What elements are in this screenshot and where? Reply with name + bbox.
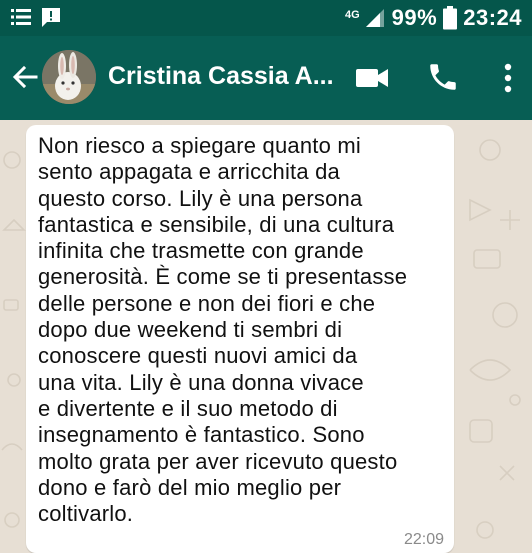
contact-avatar[interactable]	[42, 50, 96, 104]
status-left-icons	[10, 6, 62, 28]
network-type-label: 4G	[344, 8, 360, 21]
chat-header: Cristina Cassia A...	[0, 36, 532, 120]
back-arrow-icon	[12, 65, 38, 89]
voice-call-button[interactable]	[426, 60, 460, 94]
more-options-button[interactable]	[496, 60, 520, 96]
menu-lines-icon	[11, 9, 31, 25]
message-text: Non riesco a spiegare quanto mi sento ap…	[38, 133, 408, 527]
video-call-button[interactable]	[354, 62, 392, 94]
message-timestamp: 22:09	[403, 531, 444, 548]
status-bar: 4G 99% 23:24	[0, 0, 532, 36]
status-right-indicators: 4G 99% 23:24	[345, 0, 522, 36]
video-call-icon	[356, 69, 388, 87]
phone-icon	[430, 64, 456, 90]
back-button[interactable]	[10, 62, 40, 92]
incoming-message-bubble[interactable]: Non riesco a spiegare quanto mi sento ap…	[26, 125, 454, 553]
battery-icon	[443, 6, 458, 30]
chat-screen: 4G 99% 23:24 Cristina Cassia A... Non ri…	[0, 0, 532, 553]
contact-name[interactable]: Cristina Cassia A...	[108, 62, 348, 96]
avatar-image	[42, 50, 96, 104]
signal-icon	[365, 9, 384, 27]
chat-messages-area[interactable]: Non riesco a spiegare quanto mi sento ap…	[0, 120, 532, 553]
more-vert-icon	[504, 63, 512, 93]
battery-percent: 99%	[391, 5, 438, 30]
clock: 23:24	[463, 5, 522, 30]
message-notification-icon	[42, 8, 60, 27]
